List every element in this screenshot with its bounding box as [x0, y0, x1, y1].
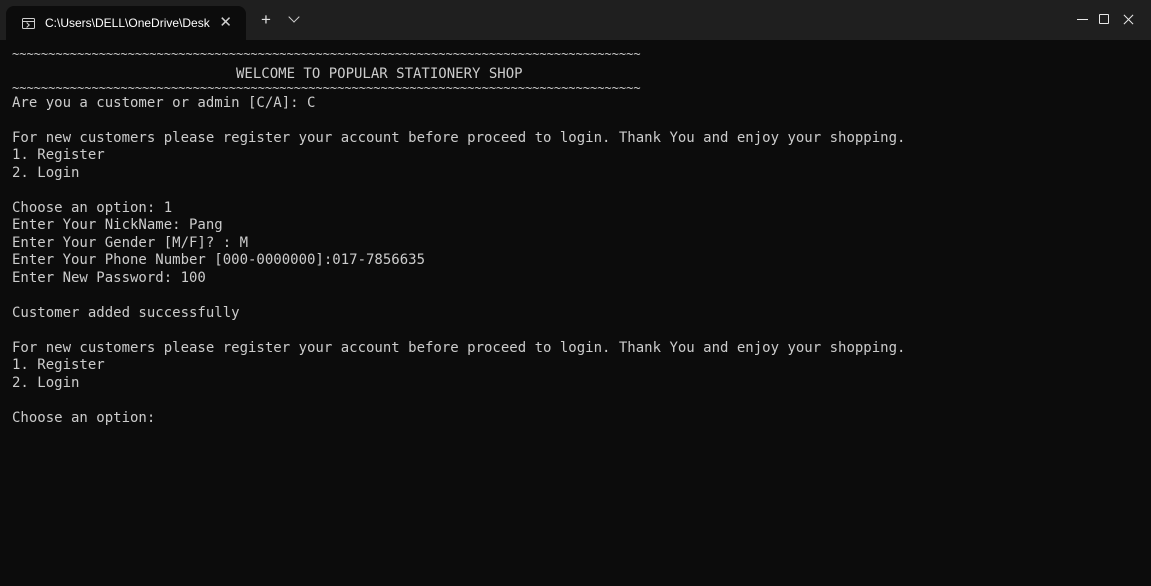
gender-prompt: Enter Your Gender [M/F]? : M	[12, 234, 249, 251]
separator-line: ~~~~~~~~~~~~~~~~~~~~~~~~~~~~~~~~~~~~~~~~…	[12, 83, 641, 92]
menu-item-register: 1. Register	[12, 357, 105, 373]
phone-prompt: Enter Your Phone Number [000-0000000]:01…	[12, 252, 426, 268]
role-prompt: Are you a customer or admin [C/A]: C	[12, 94, 316, 111]
terminal-icon	[22, 17, 35, 29]
option-prompt: Choose an option: 1	[12, 199, 173, 216]
menu-item-login: 2. Login	[12, 374, 80, 391]
console-output[interactable]: ~~~~~~~~~~~~~~~~~~~~~~~~~~~~~~~~~~~~~~~~…	[12, 50, 1142, 580]
menu-item-login: 2. Login	[12, 164, 80, 181]
welcome-banner: WELCOME TO POPULAR STATIONERY SHOP	[236, 66, 523, 82]
register-notice: For new customers please register your a…	[12, 129, 906, 146]
password-prompt: Enter New Password: 100	[12, 269, 206, 286]
menu-item-register: 1. Register	[12, 147, 105, 163]
chevron-down-icon[interactable]	[288, 11, 300, 23]
terminal-window: C:\Users\DELL\OneDrive\Desk ✕ + ~~~~~~~~…	[0, 0, 1151, 586]
nickname-prompt: Enter Your NickName: Pang	[12, 217, 223, 233]
success-message: Customer added successfully	[12, 304, 240, 321]
separator-line: ~~~~~~~~~~~~~~~~~~~~~~~~~~~~~~~~~~~~~~~~…	[12, 50, 641, 58]
tab-title: C:\Users\DELL\OneDrive\Desk	[45, 16, 210, 30]
tab-close-icon[interactable]: ✕	[219, 14, 232, 32]
option-prompt: Choose an option:	[12, 409, 156, 426]
terminal-tab[interactable]: C:\Users\DELL\OneDrive\Desk ✕	[6, 6, 246, 40]
new-tab-button[interactable]: +	[261, 10, 271, 30]
close-icon[interactable]	[1105, 0, 1151, 40]
title-bar: C:\Users\DELL\OneDrive\Desk ✕ +	[0, 0, 1151, 40]
register-notice: For new customers please register your a…	[12, 339, 906, 356]
